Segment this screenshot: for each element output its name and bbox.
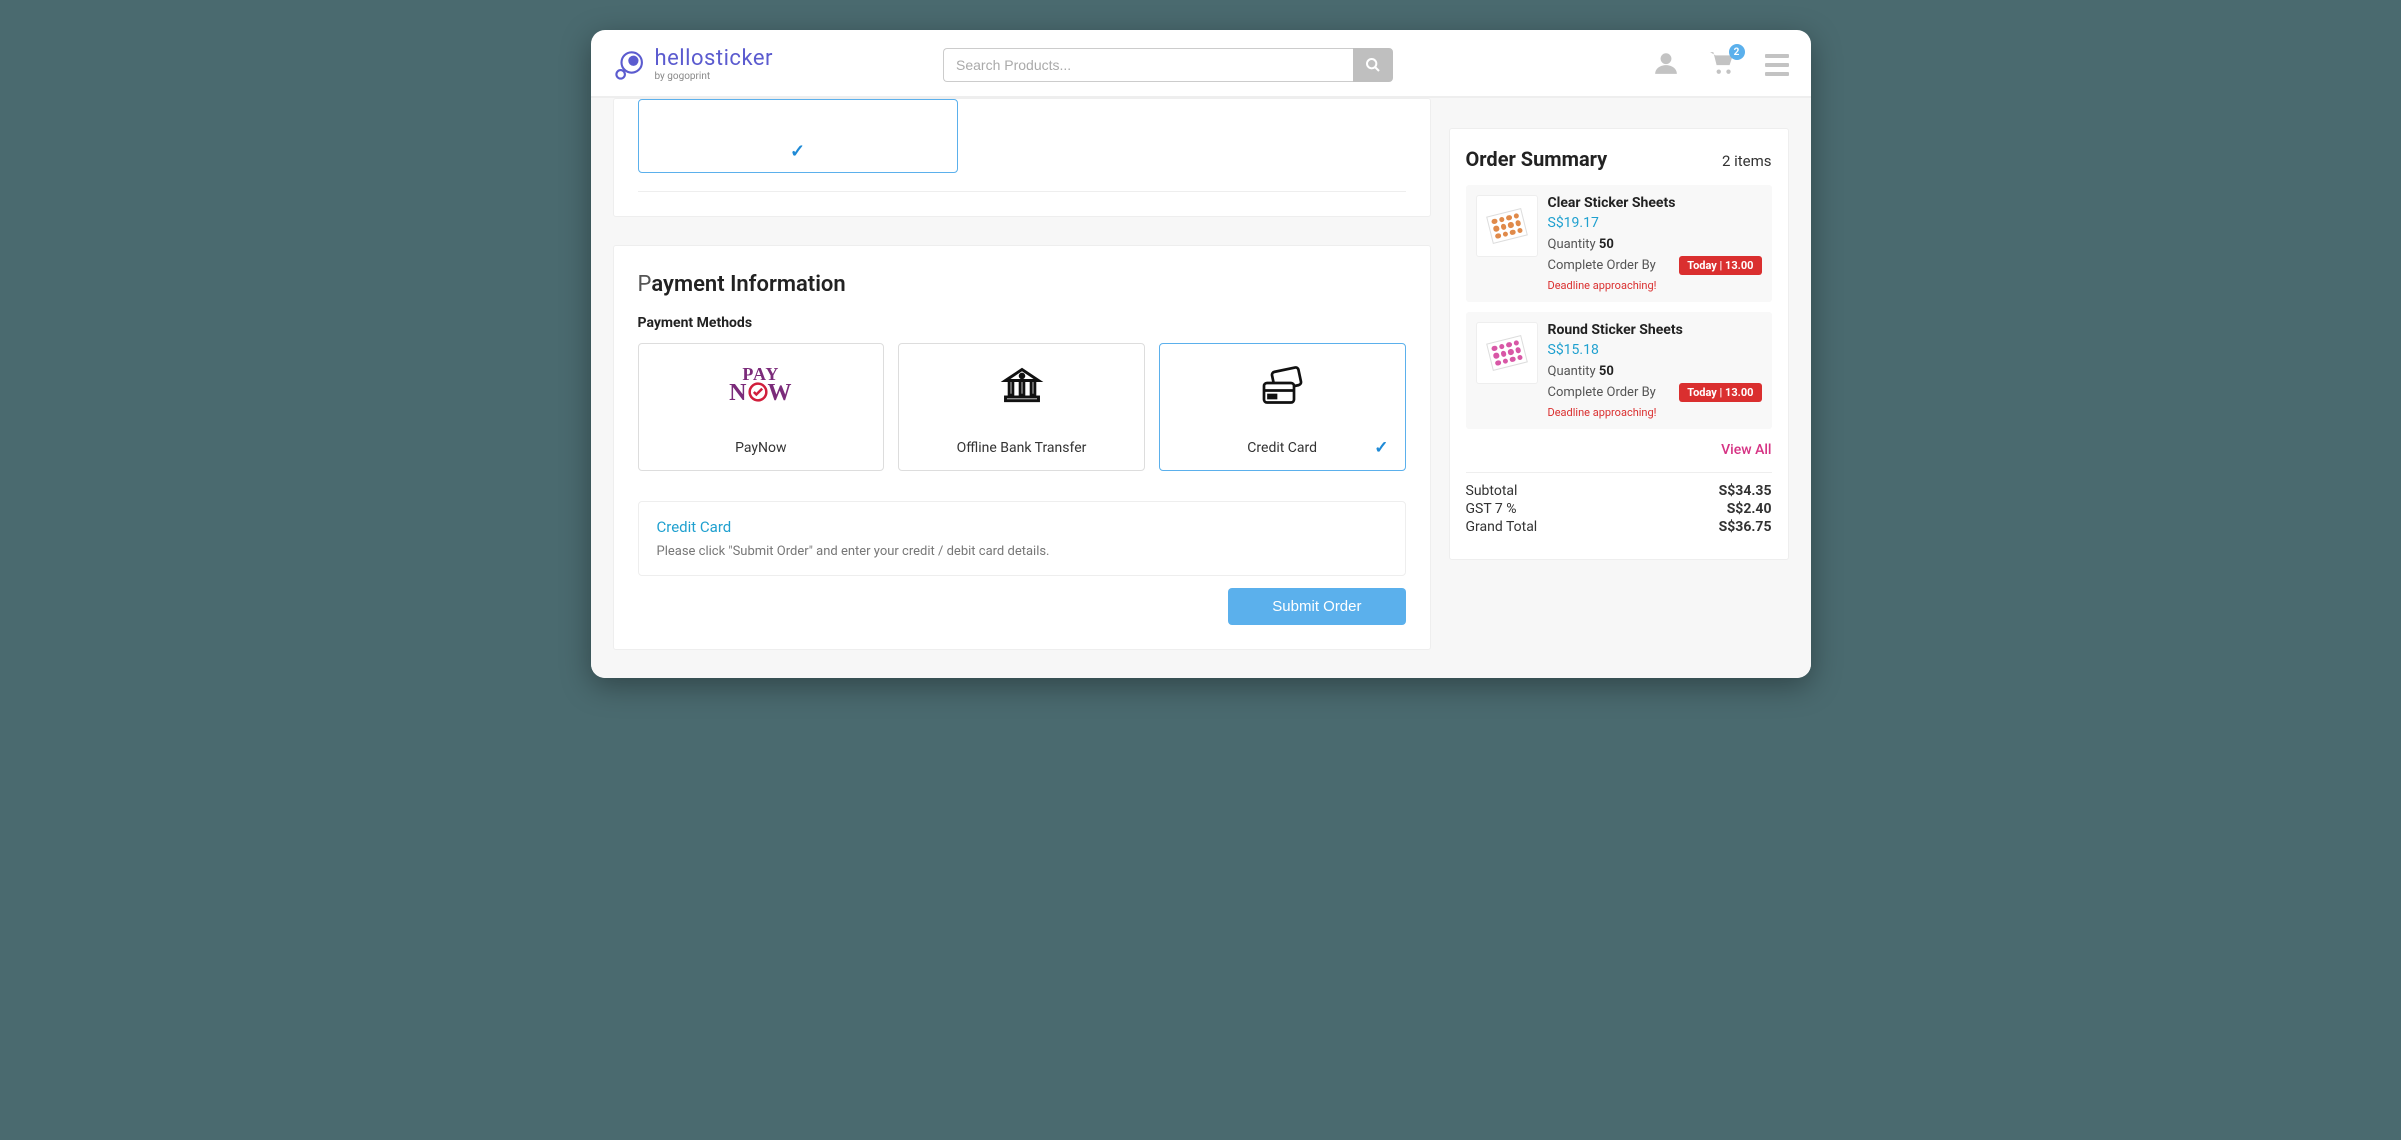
brand-logo[interactable]: hellosticker by gogoprint	[613, 48, 774, 82]
method-credit-card[interactable]: Credit Card ✓	[1159, 343, 1406, 471]
grand-total-row: Grand Total S$36.75	[1466, 519, 1772, 535]
deadline-warning: Deadline approaching!	[1548, 406, 1762, 419]
brand-name: hellosticker	[655, 48, 774, 70]
credit-card-icon	[1258, 362, 1306, 410]
summary-count: 2 items	[1722, 152, 1772, 170]
selected-shipping-option[interactable]: ✓	[638, 99, 958, 173]
subtotal-row: Subtotal S$34.35	[1466, 483, 1772, 499]
view-all-link[interactable]: View All	[1721, 442, 1771, 458]
divider	[638, 191, 1406, 192]
item-price: S$15.18	[1548, 342, 1762, 358]
method-bank-transfer[interactable]: Offline Bank Transfer	[898, 343, 1145, 471]
order-summary: Order Summary 2 items Clear Sticker Shee…	[1449, 128, 1789, 560]
top-actions: 2	[1653, 50, 1789, 80]
left-column: ✓ Payment Information Payment Methods PA…	[613, 98, 1431, 650]
method-paynow[interactable]: PAY N W PayNow	[638, 343, 885, 471]
item-price: S$19.17	[1548, 215, 1762, 231]
complete-by-label: Complete Order By	[1548, 385, 1656, 400]
summary-item[interactable]: Round Sticker SheetsS$15.18Quantity 50Co…	[1466, 312, 1772, 429]
method-label: Offline Bank Transfer	[957, 440, 1087, 456]
cart-button[interactable]: 2	[1707, 50, 1737, 80]
deadline-badge: Today | 13.00	[1679, 256, 1761, 275]
submit-order-button[interactable]: Submit Order	[1228, 588, 1405, 625]
search-bar	[943, 48, 1393, 82]
deadline-warning: Deadline approaching!	[1548, 279, 1762, 292]
brand-sub: by gogoprint	[655, 72, 774, 82]
item-name: Round Sticker Sheets	[1548, 322, 1762, 338]
bank-icon	[1000, 362, 1044, 410]
view-all-row: View All	[1466, 439, 1772, 458]
payment-title: Payment Information	[638, 272, 1406, 297]
menu-button[interactable]	[1765, 54, 1789, 76]
paynow-icon: PAY N W	[729, 362, 792, 410]
payment-methods: PAY N W PayNow	[638, 343, 1406, 471]
cart-count-badge: 2	[1729, 44, 1745, 60]
payment-methods-label: Payment Methods	[638, 315, 1406, 331]
shipping-card: ✓	[613, 98, 1431, 217]
account-icon[interactable]	[1653, 50, 1679, 80]
search-icon	[1365, 57, 1381, 73]
deadline-badge: Today | 13.00	[1679, 383, 1761, 402]
gst-row: GST 7 % S$2.40	[1466, 501, 1772, 517]
hamburger-icon	[1765, 54, 1789, 76]
check-icon: ✓	[1374, 438, 1388, 458]
summary-title: Order Summary	[1466, 147, 1608, 171]
item-thumbnail	[1476, 322, 1538, 384]
payment-info-box: Credit Card Please click "Submit Order" …	[638, 501, 1406, 576]
item-name: Clear Sticker Sheets	[1548, 195, 1762, 211]
complete-by-label: Complete Order By	[1548, 258, 1656, 273]
page-body: ✓ Payment Information Payment Methods PA…	[591, 98, 1811, 678]
search-button[interactable]	[1353, 48, 1393, 82]
method-label: PayNow	[735, 440, 786, 456]
app-window: hellosticker by gogoprint 2	[591, 30, 1811, 678]
info-title: Credit Card	[657, 518, 1387, 536]
info-body: Please click "Submit Order" and enter yo…	[657, 544, 1387, 559]
payment-card: Payment Information Payment Methods PAY …	[613, 245, 1431, 650]
logo-icon	[613, 48, 647, 82]
divider	[1466, 472, 1772, 473]
check-icon: ✓	[790, 141, 805, 162]
method-label: Credit Card	[1247, 440, 1317, 456]
item-thumbnail	[1476, 195, 1538, 257]
search-input[interactable]	[943, 48, 1353, 82]
user-icon	[1653, 50, 1679, 76]
top-bar: hellosticker by gogoprint 2	[591, 30, 1811, 98]
summary-item[interactable]: Clear Sticker SheetsS$19.17Quantity 50Co…	[1466, 185, 1772, 302]
